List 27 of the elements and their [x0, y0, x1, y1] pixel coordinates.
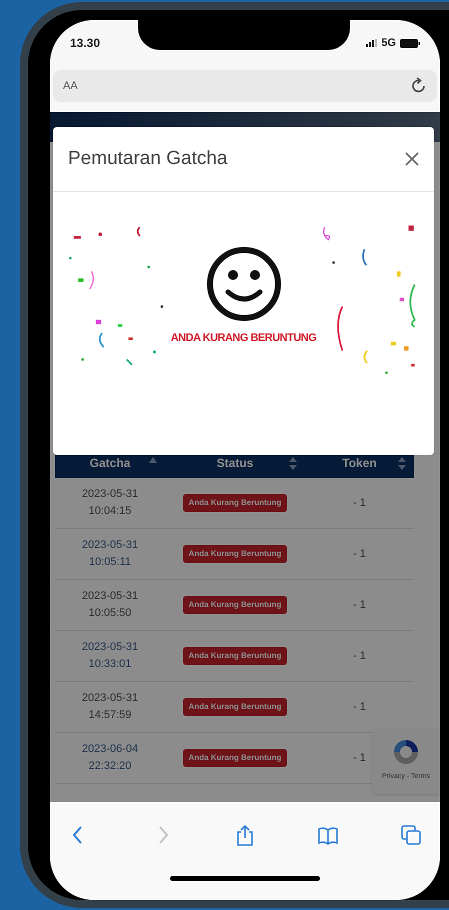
date-cell-text: 2023-05-31 14:57:59: [80, 691, 140, 723]
token-cell-text: - 1: [353, 496, 366, 511]
date-cell-text: 2023-05-31 10:04:15: [80, 487, 140, 519]
result-text: ANDA KURANG BERUNTUNG: [170, 330, 316, 346]
status-badge: Anda Kurang Beruntung: [182, 596, 288, 614]
modal-title: Pemutaran Gatcha: [68, 146, 228, 171]
text-size-button[interactable]: AA: [63, 78, 78, 94]
date-cell-text: 2023-06-04 22:32:20: [80, 742, 140, 774]
status-badge: Anda Kurang Beruntung: [182, 749, 288, 767]
date-cell-text: 2023-05-31 10:05:11: [80, 538, 140, 570]
token-cell-text: - 1: [353, 546, 366, 562]
clock: 13.30: [70, 35, 100, 52]
token-cell-text: - 1: [353, 700, 366, 715]
status-badge: Anda Kurang Beruntung: [182, 698, 288, 716]
status-badge: Anda Kurang Beruntung: [182, 647, 288, 665]
token-cell-text: - 1: [353, 648, 366, 664]
token-cell-text: - 1: [353, 750, 366, 766]
date-cell-text: 2023-05-31 10:05:50: [80, 589, 140, 621]
date-cell-text: 2023-05-31 10:33:01: [80, 640, 140, 672]
column-header[interactable]: Status: [216, 454, 254, 472]
address-bar[interactable]: AA: [53, 70, 437, 102]
status-badge: Anda Kurang Beruntung: [182, 494, 288, 512]
column-header[interactable]: Gatcha: [90, 454, 130, 472]
status-badge: Anda Kurang Beruntung: [182, 545, 288, 563]
network-label: 5G: [381, 36, 396, 51]
column-header[interactable]: Token: [342, 454, 377, 472]
token-cell-text: - 1: [353, 598, 366, 613]
